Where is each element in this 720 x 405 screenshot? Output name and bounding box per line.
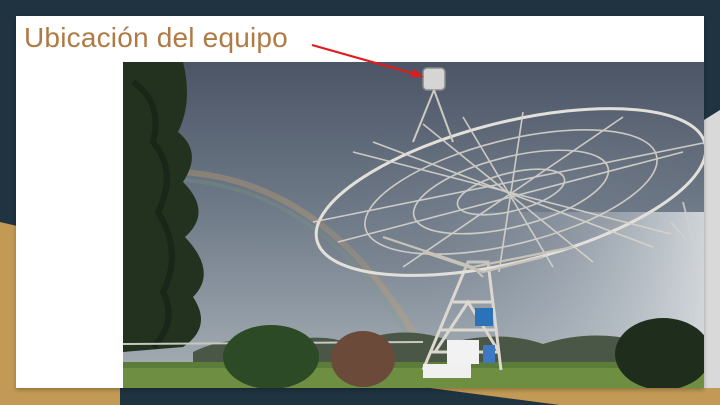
- telescope-photo: [123, 62, 704, 388]
- slide-title: Ubicación del equipo: [24, 22, 288, 53]
- bush-red: [331, 331, 395, 387]
- blue-receiver-box: [475, 308, 493, 326]
- control-hut: [447, 340, 479, 364]
- bush: [223, 325, 319, 388]
